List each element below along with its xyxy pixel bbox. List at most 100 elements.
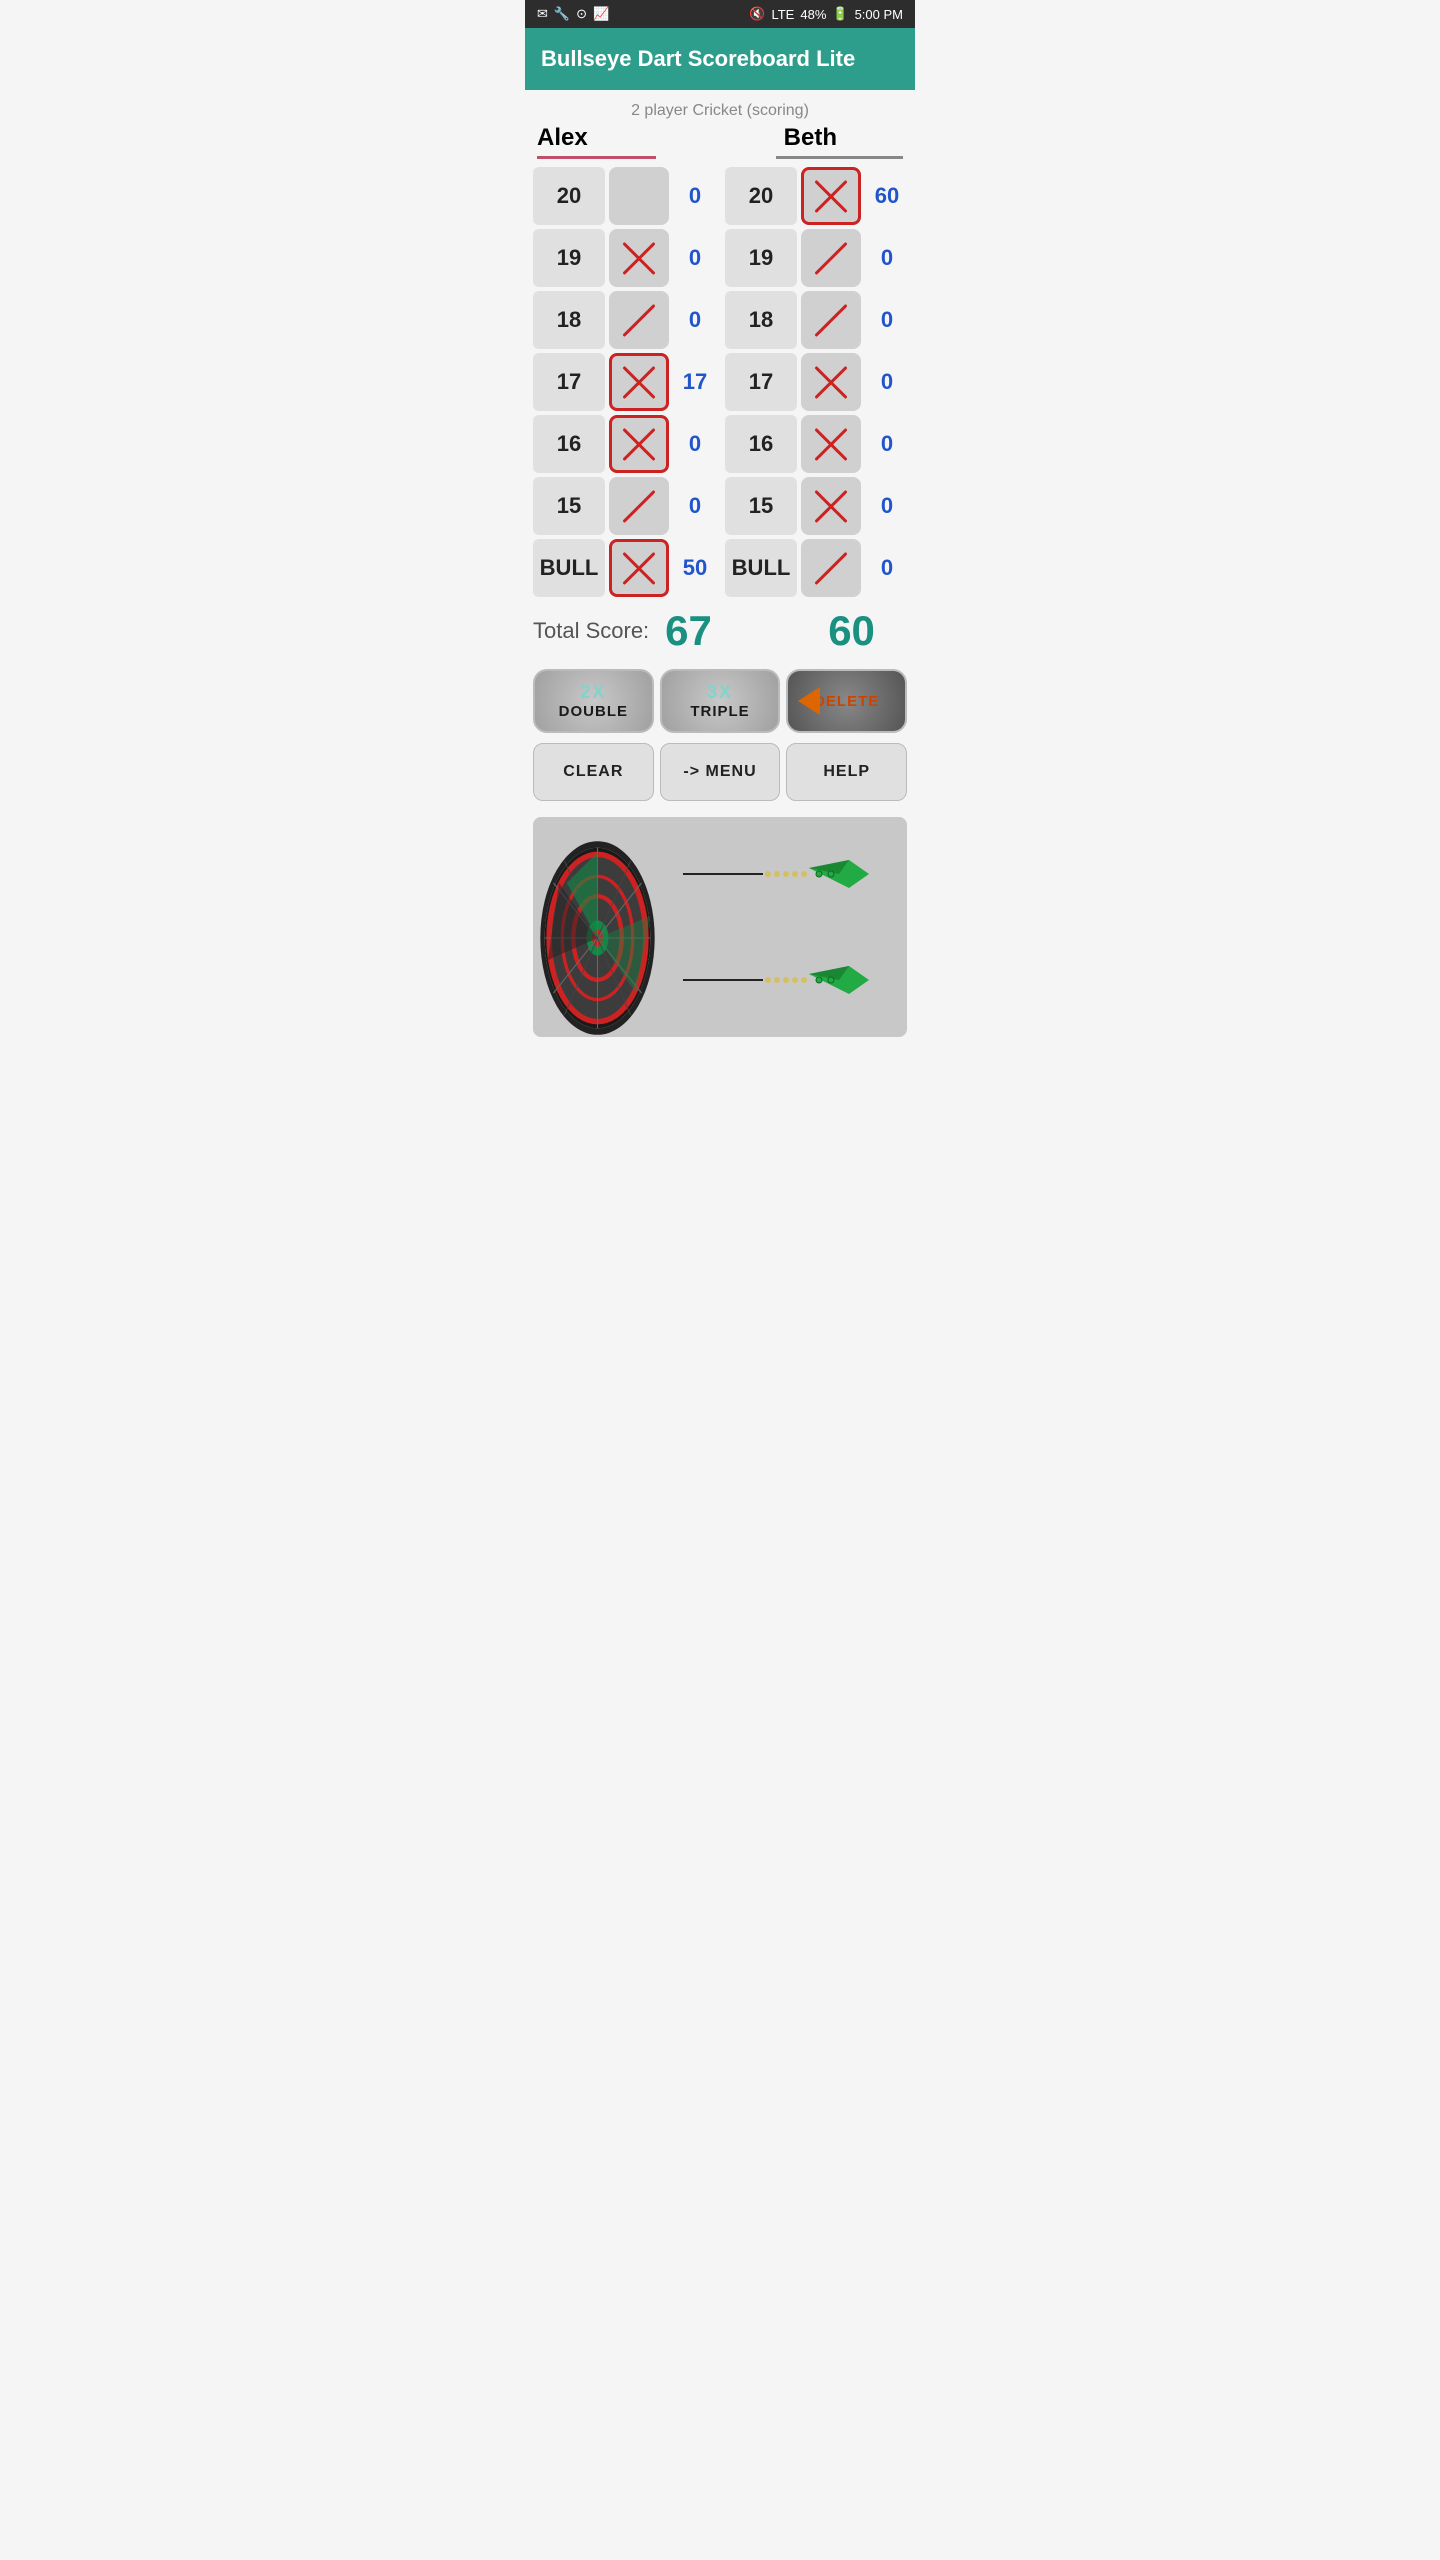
game-mode-label: 2 player Cricket (scoring) (525, 90, 915, 124)
battery-icon: 🔋 (832, 6, 848, 22)
dart-1-stick (683, 873, 763, 875)
alex-row-16: 16 0 (533, 415, 717, 473)
chart-icon: 📈 (593, 6, 609, 22)
beth-row-17: 17 0 (725, 353, 909, 411)
beth-number-15: 15 (725, 477, 797, 535)
delete-arrow-icon (798, 687, 820, 715)
alex-points-15: 0 (673, 493, 717, 519)
alex-points-19: 0 (673, 245, 717, 271)
beth-row-16: 16 0 (725, 415, 909, 473)
alex-mark-18[interactable] (609, 291, 669, 349)
beth-row-bull: BULL 0 (725, 539, 909, 597)
triple-sub-label: 3X (707, 682, 733, 703)
beth-number-19: 19 (725, 229, 797, 287)
beth-points-20: 60 (865, 183, 909, 209)
beth-name-header: Beth (776, 124, 903, 159)
signal-indicator: LTE (771, 7, 794, 22)
dart-2-stick (683, 979, 763, 981)
beth-mark-16[interactable] (801, 415, 861, 473)
alex-total-score: 67 (665, 607, 776, 655)
alex-mark-19[interactable] (609, 229, 669, 287)
dart-2-grip (765, 977, 807, 983)
double-sub-label: 2X (580, 682, 606, 703)
beth-row-20: 20 60 (725, 167, 909, 225)
alex-points-18: 0 (673, 307, 717, 333)
alex-name-header: Alex (537, 124, 656, 159)
beth-points-bull: 0 (865, 555, 909, 581)
alex-row-17: 17 17 (533, 353, 717, 411)
alex-number-15: 15 (533, 477, 605, 535)
app-title: Bullseye Dart Scoreboard Lite (541, 46, 855, 71)
alex-points-20: 0 (673, 183, 717, 209)
players-header: Alex Beth (533, 124, 907, 159)
beth-mark-20[interactable] (801, 167, 861, 225)
beth-number-18: 18 (725, 291, 797, 349)
alex-number-19: 19 (533, 229, 605, 287)
scoreboard: Alex Beth 20 0 19 0 (525, 124, 915, 597)
double-label: DOUBLE (559, 703, 628, 720)
clear-button[interactable]: CLEAR (533, 743, 654, 801)
beth-total-score: 60 (776, 607, 907, 655)
beth-points-19: 0 (865, 245, 909, 271)
beth-mark-15[interactable] (801, 477, 861, 535)
alex-number-bull: BULL (533, 539, 605, 597)
beth-number-16: 16 (725, 415, 797, 473)
battery-level: 48% (800, 7, 826, 22)
score-rows-container: 20 0 19 0 18 0 (533, 167, 907, 597)
beth-points-16: 0 (865, 431, 909, 457)
beth-number-20: 20 (725, 167, 797, 225)
alex-points-bull: 50 (673, 555, 717, 581)
triple-label: TRIPLE (690, 703, 749, 720)
beth-mark-19[interactable] (801, 229, 861, 287)
clock: 5:00 PM (855, 7, 903, 22)
beth-number-bull: BULL (725, 539, 797, 597)
alex-row-15: 15 0 (533, 477, 717, 535)
beth-mark-bull[interactable] (801, 539, 861, 597)
alex-row-20: 20 0 (533, 167, 717, 225)
dart-2-flight (809, 962, 869, 998)
menu-button[interactable]: -> MENU (660, 743, 781, 801)
alex-points-16: 0 (673, 431, 717, 457)
delete-button[interactable]: DELETE (786, 669, 907, 733)
wrench-icon: 🔧 (554, 6, 570, 22)
alex-row-bull: BULL 50 (533, 539, 717, 597)
dart-1 (683, 856, 869, 892)
dartboard-area (533, 817, 907, 1037)
alex-number-20: 20 (533, 167, 605, 225)
status-icons: ✉ 🔧 ⊙ 📈 (537, 6, 609, 22)
double-button[interactable]: 2X DOUBLE (533, 669, 654, 733)
triple-button[interactable]: 3X TRIPLE (660, 669, 781, 733)
alex-points-17: 17 (673, 369, 717, 395)
dartboard-image (533, 817, 673, 1037)
alex-section: 20 0 19 0 18 0 (533, 167, 717, 597)
beth-section: 20 60 19 0 18 0 (725, 167, 909, 597)
alex-mark-16[interactable] (609, 415, 669, 473)
alex-mark-bull[interactable] (609, 539, 669, 597)
email-icon: ✉ (537, 6, 548, 22)
beth-row-19: 19 0 (725, 229, 909, 287)
alex-number-18: 18 (533, 291, 605, 349)
beth-points-17: 0 (865, 369, 909, 395)
darts-display (673, 817, 907, 1037)
alex-mark-15[interactable] (609, 477, 669, 535)
status-info: 🔇 LTE 48% 🔋 5:00 PM (749, 6, 903, 22)
status-bar: ✉ 🔧 ⊙ 📈 🔇 LTE 48% 🔋 5:00 PM (525, 0, 915, 28)
alex-mark-17[interactable] (609, 353, 669, 411)
action-row-2: CLEAR -> MENU HELP (525, 739, 915, 809)
beth-points-18: 0 (865, 307, 909, 333)
beth-row-15: 15 0 (725, 477, 909, 535)
alex-row-19: 19 0 (533, 229, 717, 287)
mute-icon: 🔇 (749, 6, 765, 22)
app-header: Bullseye Dart Scoreboard Lite (525, 28, 915, 90)
alex-mark-20[interactable] (609, 167, 669, 225)
delete-label: DELETE (814, 693, 879, 710)
beth-mark-18[interactable] (801, 291, 861, 349)
beth-mark-17[interactable] (801, 353, 861, 411)
dart-1-grip (765, 871, 807, 877)
beth-number-17: 17 (725, 353, 797, 411)
download-icon: ⊙ (576, 6, 587, 22)
help-button[interactable]: HELP (786, 743, 907, 801)
alex-number-16: 16 (533, 415, 605, 473)
beth-row-18: 18 0 (725, 291, 909, 349)
total-score-row: Total Score: 67 60 (525, 597, 915, 663)
